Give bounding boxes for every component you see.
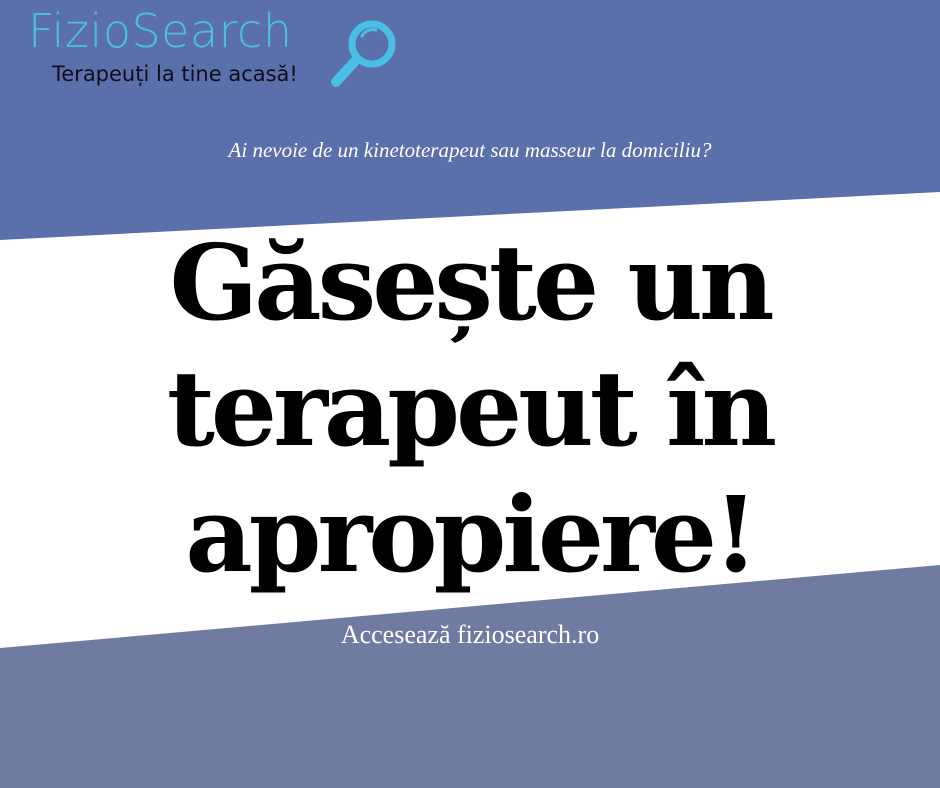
magnifying-glass-icon	[331, 20, 396, 87]
subtitle: Ai nevoie de un kinetoterapeut sau masse…	[228, 138, 712, 162]
headline-line-1: Găsește un	[169, 221, 774, 344]
logo-tagline: Terapeuți la tine acasă!	[52, 62, 298, 86]
headline-line-3: apropiere!	[185, 473, 758, 596]
headline-line-2: terapeut în	[166, 347, 777, 470]
cta-text: Accesează fiziosearch.ro	[340, 620, 600, 649]
logo-wordmark: FizioSearch	[28, 4, 293, 58]
headline: Găsește un terapeut în apropiere!	[0, 220, 940, 598]
